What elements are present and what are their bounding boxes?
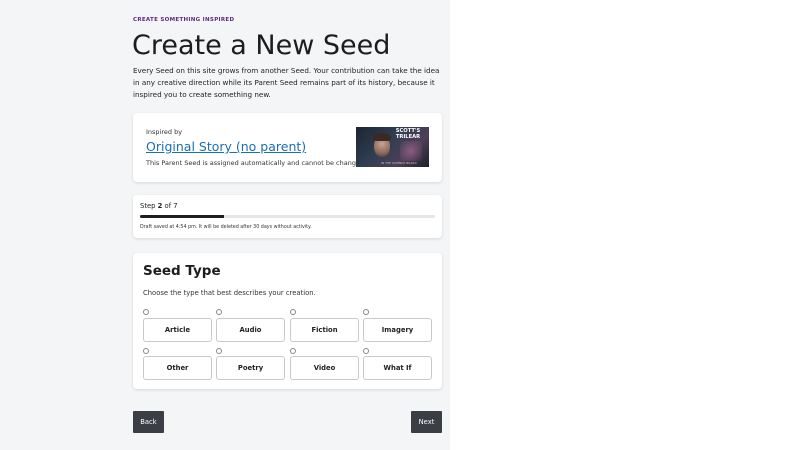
- radio-what-if[interactable]: [363, 348, 369, 354]
- step-indicator: Step 2 of 7: [140, 202, 178, 210]
- parent-seed-link[interactable]: Original Story (no parent): [146, 139, 306, 154]
- page-kicker: CREATE SOMETHING INSPIRED: [133, 17, 235, 23]
- radio-fiction[interactable]: [290, 309, 296, 315]
- back-button[interactable]: Back: [133, 411, 164, 433]
- seed-type-title: Seed Type: [143, 263, 221, 279]
- inspired-by-label: Inspired by: [146, 128, 183, 136]
- progress-bar-fill: [140, 215, 225, 218]
- radio-other[interactable]: [143, 348, 149, 354]
- radio-imagery[interactable]: [363, 309, 369, 315]
- radio-poetry[interactable]: [216, 348, 222, 354]
- option-imagery[interactable]: Imagery: [363, 318, 432, 342]
- progress-card: Step 2 of 7 Draft saved at 4:54 pm. It w…: [133, 195, 442, 238]
- parent-seed-thumbnail[interactable]: SCOTT'S TRILEAR IN THE SCIENCE BOARD: [356, 127, 429, 167]
- option-article[interactable]: Article: [143, 318, 212, 342]
- option-poetry[interactable]: Poetry: [216, 356, 285, 380]
- parent-seed-card: Inspired by Original Story (no parent) T…: [133, 113, 442, 182]
- option-video[interactable]: Video: [290, 356, 359, 380]
- option-other[interactable]: Other: [143, 356, 212, 380]
- draft-saved-note: Draft saved at 4:54 pm. It will be delet…: [140, 225, 312, 230]
- progress-bar: [140, 215, 435, 218]
- option-what-if[interactable]: What If: [363, 356, 432, 380]
- seed-type-card: Seed Type Choose the type that best desc…: [133, 253, 442, 389]
- intro-text: Every Seed on this site grows from anoth…: [133, 66, 440, 99]
- option-fiction[interactable]: Fiction: [290, 318, 359, 342]
- radio-audio[interactable]: [216, 309, 222, 315]
- seed-type-subtitle: Choose the type that best describes your…: [143, 289, 316, 297]
- radio-article[interactable]: [143, 309, 149, 315]
- thumbnail-subtitle: IN THE SCIENCE BOARD: [381, 162, 417, 165]
- page-title: Create a New Seed: [132, 30, 391, 61]
- option-audio[interactable]: Audio: [216, 318, 285, 342]
- thumbnail-glow: [400, 141, 422, 161]
- thumbnail-hair: [373, 133, 391, 141]
- radio-video[interactable]: [290, 348, 296, 354]
- next-button[interactable]: Next: [411, 411, 442, 433]
- thumbnail-title: SCOTT'S TRILEAR: [395, 128, 421, 140]
- parent-seed-note: This Parent Seed is assigned automatical…: [146, 159, 367, 167]
